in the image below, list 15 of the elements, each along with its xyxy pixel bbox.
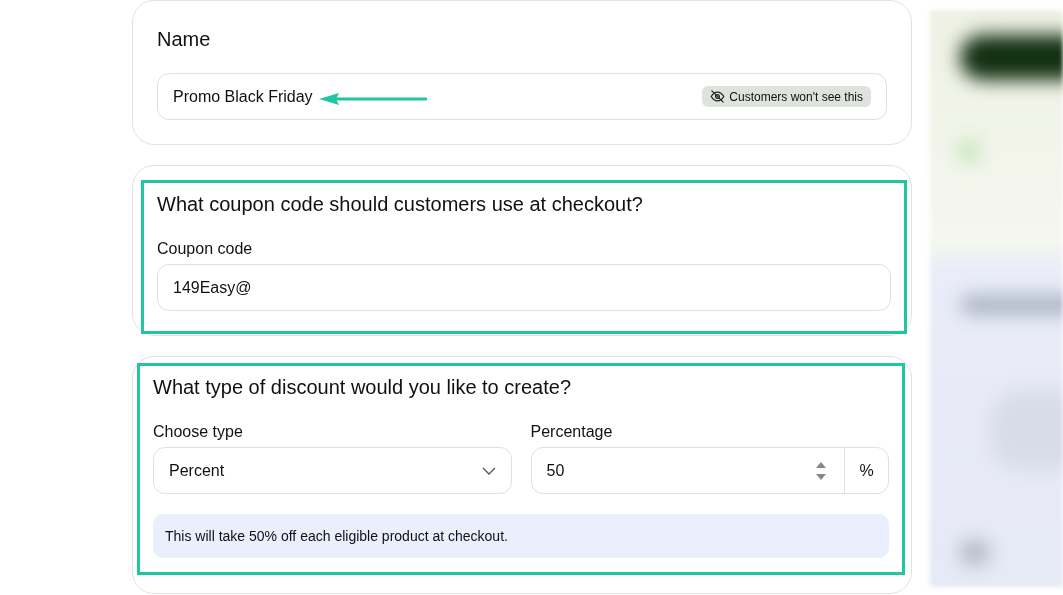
field-label: Coupon code (157, 240, 254, 258)
type-dropdown[interactable]: Percent (153, 447, 512, 494)
eye-off-icon (710, 89, 726, 104)
field-label: Choose type (153, 423, 244, 441)
section-title: What coupon code should customers use at checkout? (157, 192, 644, 216)
section-title: What type of discount would you like to create? (153, 375, 572, 399)
info-note: This will take 50% off each eligible product at checkout. (153, 514, 889, 558)
badge-text: Customers won't see this (729, 89, 863, 104)
field-label: Percentage (530, 423, 614, 441)
name-field[interactable]: Promo Black Friday Customers won't see this (157, 73, 887, 120)
percentage-field[interactable]: 50 % (530, 447, 889, 494)
unit-label: % (844, 448, 888, 493)
chevron-down-icon (481, 466, 496, 475)
coupon-code-field[interactable]: 149Easy@ (157, 264, 891, 311)
section-title: Name (157, 27, 212, 51)
